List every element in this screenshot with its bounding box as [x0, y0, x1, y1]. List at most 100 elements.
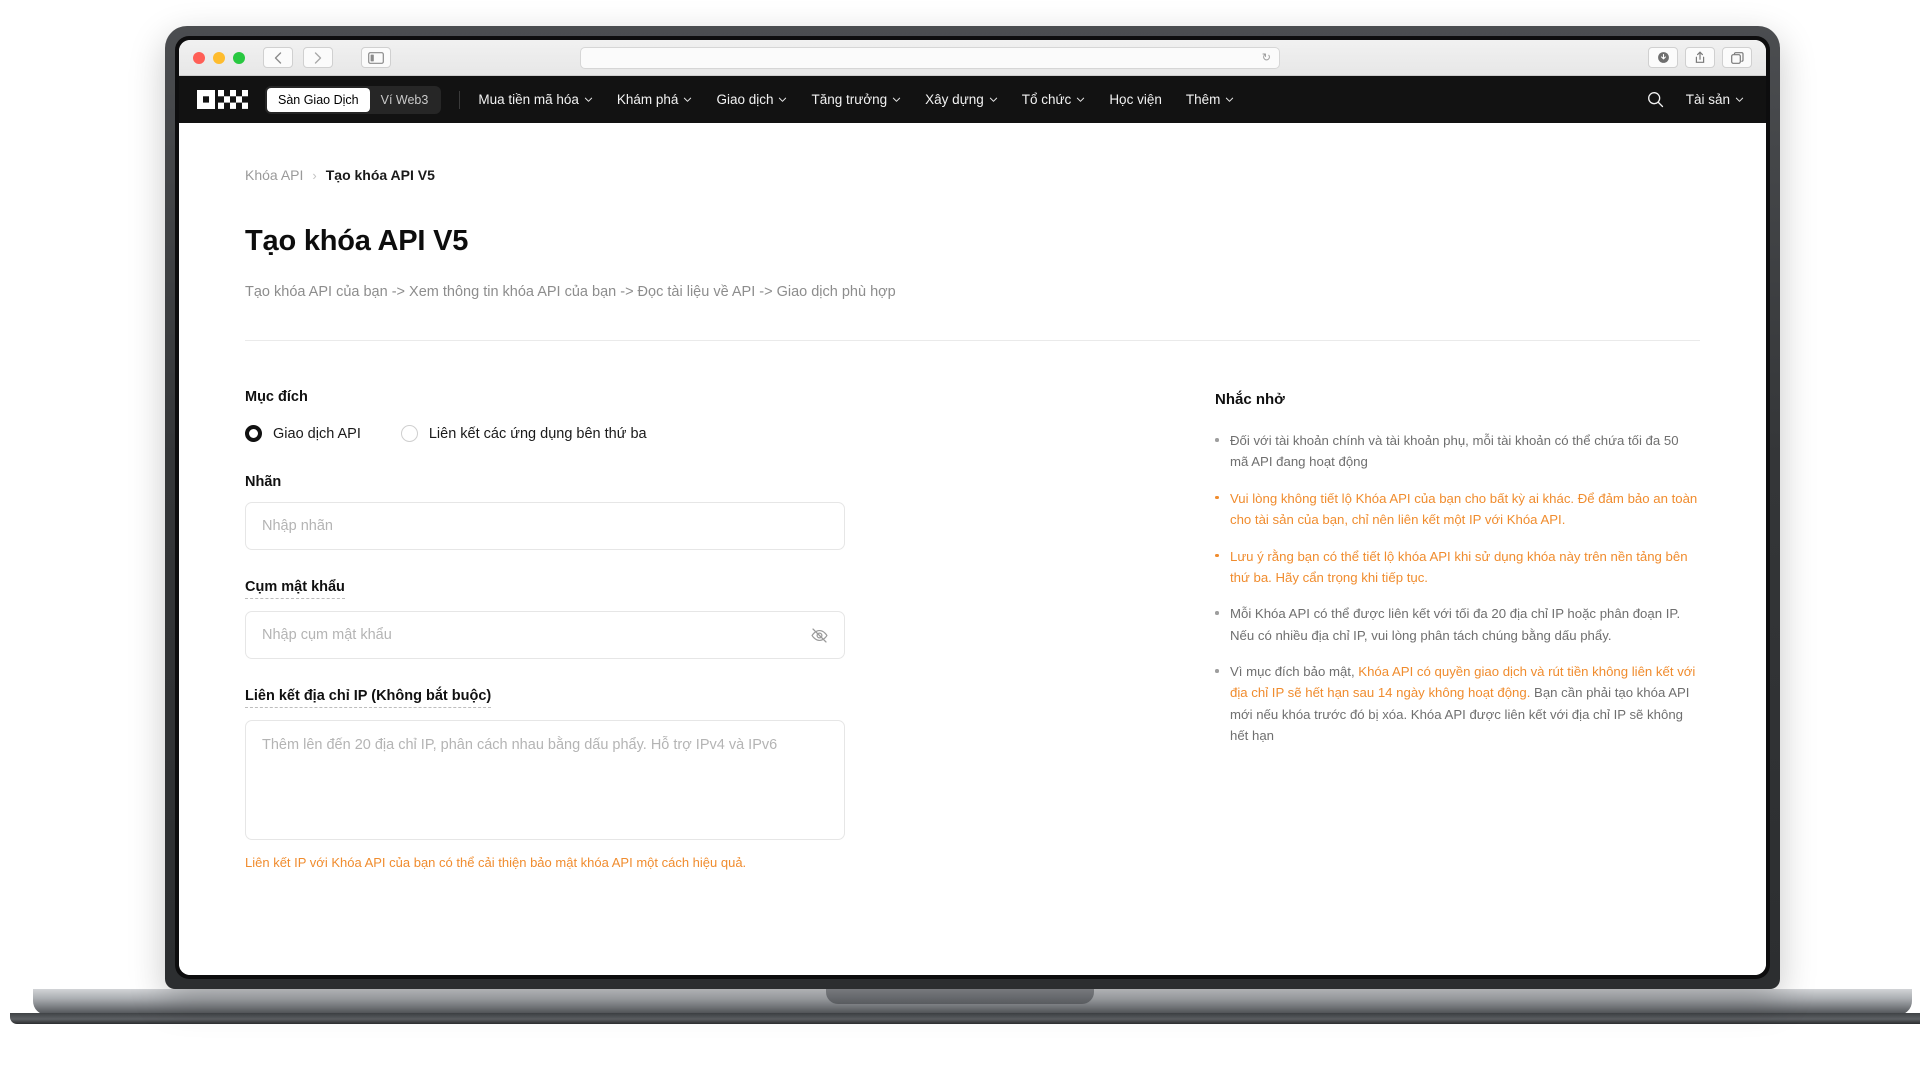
nav-item-label: Xây dựng	[925, 92, 984, 107]
radio-mark-unselected[interactable]	[400, 425, 418, 442]
browser-chrome: ↻	[179, 40, 1766, 76]
forward-button[interactable]	[303, 47, 333, 68]
reminder-item: Vui lòng không tiết lộ Khóa API của bạn …	[1215, 488, 1700, 531]
passphrase-input-placeholder: Nhập cụm mật khẩu	[262, 627, 392, 643]
chevron-left-icon	[274, 51, 282, 64]
breadcrumb-separator-icon: ›	[312, 167, 317, 183]
passphrase-field-label[interactable]: Cụm mật khẩu	[245, 579, 345, 599]
nav-item-discover[interactable]: Khám phá	[617, 92, 693, 107]
chevron-right-icon	[314, 51, 322, 64]
tabs-icon	[1730, 51, 1744, 64]
nav-item-academy[interactable]: Học viện	[1109, 92, 1162, 107]
radio-option-third-party-apps[interactable]: Liên kết các ứng dụng bên thứ ba	[400, 425, 647, 442]
column-spacer	[845, 389, 1215, 901]
nav-divider	[459, 90, 461, 109]
purpose-radio-group: Giao dịch API Liên kết các ứng dụng bên …	[245, 425, 845, 442]
laptop-foot	[10, 1013, 1920, 1024]
search-icon[interactable]	[1647, 91, 1664, 108]
toggle-sidebar-button[interactable]	[361, 47, 391, 68]
address-bar[interactable]: ↻	[580, 46, 1280, 69]
share-icon	[1695, 51, 1705, 63]
minimize-window-button[interactable]	[213, 51, 225, 64]
nav-links: Mua tiền mã hóa Khám phá Giao dịch Tăng …	[478, 92, 1234, 107]
nav-item-more[interactable]: Thêm	[1186, 92, 1235, 107]
radio-option-api-trading[interactable]: Giao dịch API	[245, 425, 361, 442]
laptop-notch	[826, 989, 1094, 1004]
breadcrumb-current: Tạo khóa API V5	[325, 167, 435, 183]
eye-off-icon[interactable]	[810, 626, 829, 645]
reminder-prefix: Vì mục đích bảo mật,	[1230, 664, 1359, 679]
reminders-list: Đối với tài khoản chính và tài khoản phụ…	[1215, 430, 1700, 747]
product-switcher: Sàn Giao Dịch Ví Web3	[265, 85, 442, 114]
nav-item-label: Học viện	[1109, 92, 1162, 107]
label-input[interactable]: Nhập nhãn	[245, 502, 845, 550]
reminder-item: Mỗi Khóa API có thể được liên kết với tố…	[1215, 603, 1700, 646]
chrome-right-buttons	[1648, 47, 1752, 68]
chevron-down-icon	[584, 97, 593, 102]
chevron-down-icon	[1226, 97, 1234, 102]
chevron-down-icon	[893, 97, 901, 102]
radio-label: Liên kết các ứng dụng bên thứ ba	[428, 425, 647, 442]
content-columns: Mục đích Giao dịch API Liên kết các ứng …	[245, 341, 1700, 901]
nav-item-label: Giao dịch	[716, 92, 774, 107]
page-content: Khóa API › Tạo khóa API V5 Tạo khóa API …	[179, 123, 1766, 975]
nav-item-institutions[interactable]: Tổ chức	[1022, 92, 1086, 107]
chevron-down-icon	[989, 97, 997, 102]
chevron-down-icon	[779, 97, 787, 102]
back-button[interactable]	[263, 47, 293, 68]
label-field-block: Nhãn Nhập nhãn	[245, 474, 845, 550]
ip-field-hint: Liên kết IP với Khóa API của bạn có thể …	[245, 855, 747, 870]
page-subtitle: Tạo khóa API của bạn -> Xem thông tin kh…	[245, 284, 896, 300]
ip-field-label[interactable]: Liên kết địa chỉ IP (Không bắt buộc)	[245, 688, 492, 708]
reminder-item: Vì mục đích bảo mật, Khóa API có quyền g…	[1215, 661, 1700, 747]
nav-item-build[interactable]: Xây dựng	[925, 92, 998, 107]
screenshot-scene: ↻ Sàn Giao Dịch Ví Web3 Mua tiền mã hóa …	[0, 0, 1920, 1080]
sidebar-icon	[368, 51, 384, 64]
close-window-button[interactable]	[193, 51, 205, 64]
radio-label: Giao dịch API	[273, 425, 361, 442]
segment-web3-wallet[interactable]: Ví Web3	[370, 88, 440, 112]
passphrase-input[interactable]: Nhập cụm mật khẩu	[245, 611, 845, 659]
nav-item-buy-crypto[interactable]: Mua tiền mã hóa	[478, 92, 593, 107]
window-traffic-lights	[193, 51, 245, 64]
reminder-item: Lưu ý rằng bạn có thể tiết lộ khóa API k…	[1215, 546, 1700, 589]
reminder-item: Đối với tài khoản chính và tài khoản phụ…	[1215, 430, 1700, 473]
breadcrumb-link-api-keys[interactable]: Khóa API	[245, 167, 303, 183]
nav-right-actions: Tài sản	[1647, 91, 1744, 108]
nav-item-grow[interactable]: Tăng trưởng	[811, 92, 901, 107]
share-button[interactable]	[1685, 47, 1715, 68]
radio-mark-selected[interactable]	[245, 425, 262, 442]
maximize-window-button[interactable]	[233, 51, 245, 64]
nav-item-label: Thêm	[1185, 92, 1221, 107]
nav-item-label: Tài sản	[1685, 92, 1730, 107]
laptop-bezel: ↻ Sàn Giao Dịch Ví Web3 Mua tiền mã hóa …	[175, 36, 1770, 979]
purpose-label: Mục đích	[245, 389, 308, 405]
content-wrapper: Khóa API › Tạo khóa API V5 Tạo khóa API …	[179, 123, 1766, 901]
passphrase-field-block: Cụm mật khẩu Nhập cụm mật khẩu	[245, 578, 845, 659]
label-input-placeholder: Nhập nhãn	[262, 518, 333, 534]
downloads-icon	[1657, 52, 1669, 63]
segment-exchange[interactable]: Sàn Giao Dịch	[267, 87, 370, 112]
form-column: Mục đích Giao dịch API Liên kết các ứng …	[245, 389, 845, 901]
reload-icon[interactable]: ↻	[1262, 51, 1271, 64]
ip-field-block: Liên kết địa chỉ IP (Không bắt buộc) Thê…	[245, 687, 845, 873]
nav-item-label: Tổ chức	[1021, 92, 1072, 107]
okx-top-navigation: Sàn Giao Dịch Ví Web3 Mua tiền mã hóa Kh…	[179, 76, 1766, 123]
chevron-down-icon	[684, 97, 692, 102]
nav-item-assets[interactable]: Tài sản	[1686, 92, 1744, 107]
laptop-screen: ↻ Sàn Giao Dịch Ví Web3 Mua tiền mã hóa …	[179, 40, 1766, 975]
breadcrumb: Khóa API › Tạo khóa API V5	[245, 167, 1700, 183]
nav-item-label: Tăng trưởng	[811, 92, 888, 107]
label-field-label: Nhãn	[245, 474, 282, 490]
laptop-body: ↻ Sàn Giao Dịch Ví Web3 Mua tiền mã hóa …	[165, 26, 1780, 989]
okx-logo-icon[interactable]	[197, 90, 249, 109]
nav-item-label: Mua tiền mã hóa	[478, 92, 579, 107]
downloads-button[interactable]	[1648, 47, 1678, 68]
ip-textarea[interactable]: Thêm lên đến 20 địa chỉ IP, phân cách nh…	[245, 720, 845, 840]
nav-item-trade[interactable]: Giao dịch	[716, 92, 787, 107]
reminders-title: Nhắc nhở	[1215, 391, 1285, 408]
chevron-down-icon	[1077, 97, 1085, 102]
reminders-column: Nhắc nhở Đối với tài khoản chính và tài …	[1215, 389, 1700, 901]
show-tabs-button[interactable]	[1722, 47, 1752, 68]
chevron-down-icon	[1735, 97, 1744, 102]
